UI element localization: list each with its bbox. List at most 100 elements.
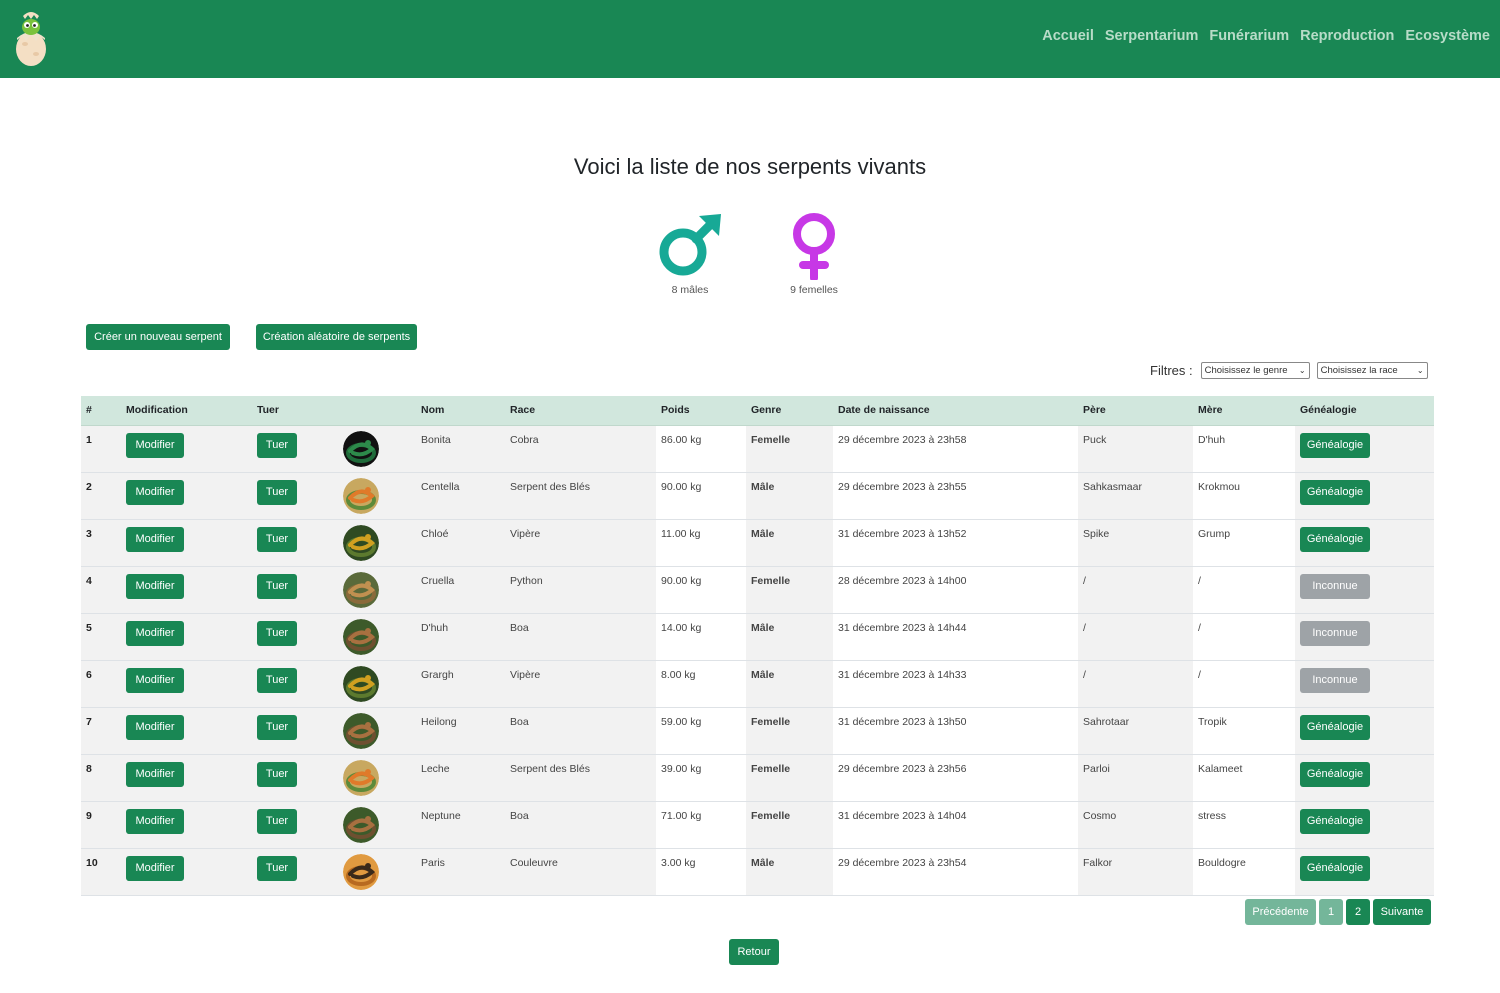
navbar: Accueil Serpentarium Funérarium Reproduc… [0,0,1500,78]
snake-race: Vipère [505,519,656,567]
modification-cell: Modifier [121,519,252,567]
kill-button[interactable]: Tuer [257,526,297,552]
edit-button[interactable]: Modifier [126,714,184,740]
table-row: 10 Modifier Tuer Paris Couleuvre 3.00 kg Mâle 2… [81,848,1434,896]
kill-button[interactable]: Tuer [257,714,297,740]
grass-snake-avatar [343,853,379,890]
snake-mother: / [1193,566,1295,614]
race-select[interactable]: Choisissez la race ⌄ [1316,362,1428,379]
snake-weight: 3.00 kg [656,848,746,896]
snake-mother: Krokmou [1193,472,1295,520]
edit-button[interactable]: Modifier [126,620,184,646]
header-col-mother: Mère [1193,396,1295,426]
genealogy-button[interactable]: Généalogie [1300,855,1370,881]
nav-reproduction[interactable]: Reproduction [1300,28,1394,44]
modification-cell: Modifier [121,707,252,755]
page-2-button[interactable]: 2 [1346,899,1370,925]
avatar-cell [338,519,416,567]
back-button[interactable]: Retour [729,939,779,965]
kill-button[interactable]: Tuer [257,620,297,646]
genealogy-cell: Généalogie [1295,801,1434,849]
genealogy-cell: Généalogie [1295,848,1434,896]
snake-gender: Femelle [746,707,833,755]
chevron-down-icon: ⌄ [1298,366,1306,375]
snake-race: Boa [505,707,656,755]
genealogy-button[interactable]: Généalogie [1300,479,1370,505]
genealogy-button[interactable]: Généalogie [1300,714,1370,740]
create-snake-button[interactable]: Créer un nouveau serpent [86,324,230,350]
snake-father: Spike [1078,519,1193,567]
kill-button[interactable]: Tuer [257,667,297,693]
kill-cell: Tuer [252,848,338,896]
snake-weight: 14.00 kg [656,613,746,661]
nav-serpentarium[interactable]: Serpentarium [1105,28,1198,44]
edit-button[interactable]: Modifier [126,761,184,787]
viper-avatar [343,665,379,702]
nav-ecosysteme[interactable]: Ecosystème [1405,28,1490,44]
corn-snake-avatar [343,759,379,796]
edit-button[interactable]: Modifier [126,667,184,693]
snake-weight: 71.00 kg [656,801,746,849]
kill-button[interactable]: Tuer [257,761,297,787]
modification-cell: Modifier [121,566,252,614]
genre-select[interactable]: Choisissez le genre ⌄ [1200,362,1310,379]
snake-birthdate: 31 décembre 2023 à 14h33 [833,660,1078,708]
next-page-button[interactable]: Suivante [1373,899,1431,925]
genealogy-cell: Inconnue [1295,566,1434,614]
genealogy-cell: Généalogie [1295,707,1434,755]
egg-logo-icon[interactable] [12,8,50,68]
genealogy-button[interactable]: Généalogie [1300,526,1370,552]
pagination: Précédente 1 2 Suivante [1245,899,1431,925]
edit-button[interactable]: Modifier [126,479,184,505]
random-create-button[interactable]: Création aléatoire de serpents [256,324,417,350]
snake-race: Serpent des Blés [505,472,656,520]
edit-button[interactable]: Modifier [126,432,184,458]
snake-birthdate: 31 décembre 2023 à 13h52 [833,519,1078,567]
snake-birthdate: 28 décembre 2023 à 14h00 [833,566,1078,614]
kill-button[interactable]: Tuer [257,432,297,458]
snake-race: Boa [505,801,656,849]
snake-race: Vipère [505,660,656,708]
snake-race: Couleuvre [505,848,656,896]
edit-button[interactable]: Modifier [126,526,184,552]
genealogy-unknown-button[interactable]: Inconnue [1300,620,1370,646]
nav-accueil[interactable]: Accueil [1042,28,1094,44]
genealogy-button[interactable]: Généalogie [1300,761,1370,787]
snake-gender: Femelle [746,801,833,849]
header-col-race: Race [505,396,656,426]
snake-birthdate: 31 décembre 2023 à 14h04 [833,801,1078,849]
genealogy-cell: Généalogie [1295,472,1434,520]
genealogy-button[interactable]: Généalogie [1300,808,1370,834]
header-col-name: Nom [416,396,505,426]
kill-cell: Tuer [252,472,338,520]
genre-select-value: Choisissez le genre [1204,365,1288,376]
snake-gender: Femelle [746,754,833,802]
snake-name: Neptune [416,801,505,849]
edit-button[interactable]: Modifier [126,808,184,834]
male-count-label: 8 mâles [671,284,709,296]
genealogy-cell: Inconnue [1295,613,1434,661]
kill-button[interactable]: Tuer [257,855,297,881]
snake-birthdate: 29 décembre 2023 à 23h55 [833,472,1078,520]
male-count: 8 mâles [650,210,730,296]
edit-button[interactable]: Modifier [126,573,184,599]
table-row: 6 Modifier Tuer Grargh Vipère 8.00 kg Mâle 31 d… [81,660,1434,708]
snake-gender: Femelle [746,566,833,614]
kill-button[interactable]: Tuer [257,808,297,834]
edit-button[interactable]: Modifier [126,855,184,881]
snake-name: Centella [416,472,505,520]
genealogy-unknown-button[interactable]: Inconnue [1300,667,1370,693]
genealogy-unknown-button[interactable]: Inconnue [1300,573,1370,599]
cobra-avatar [343,430,379,467]
snake-weight: 8.00 kg [656,660,746,708]
genealogy-button[interactable]: Généalogie [1300,432,1370,458]
page-1-button[interactable]: 1 [1319,899,1343,925]
previous-page-button[interactable]: Précédente [1245,899,1316,925]
kill-button[interactable]: Tuer [257,573,297,599]
snake-gender: Mâle [746,472,833,520]
snake-mother: Bouldogre [1193,848,1295,896]
kill-button[interactable]: Tuer [257,479,297,505]
nav-links: Accueil Serpentarium Funérarium Reproduc… [1042,28,1490,44]
snake-birthdate: 29 décembre 2023 à 23h56 [833,754,1078,802]
nav-funerarium[interactable]: Funérarium [1209,28,1289,44]
